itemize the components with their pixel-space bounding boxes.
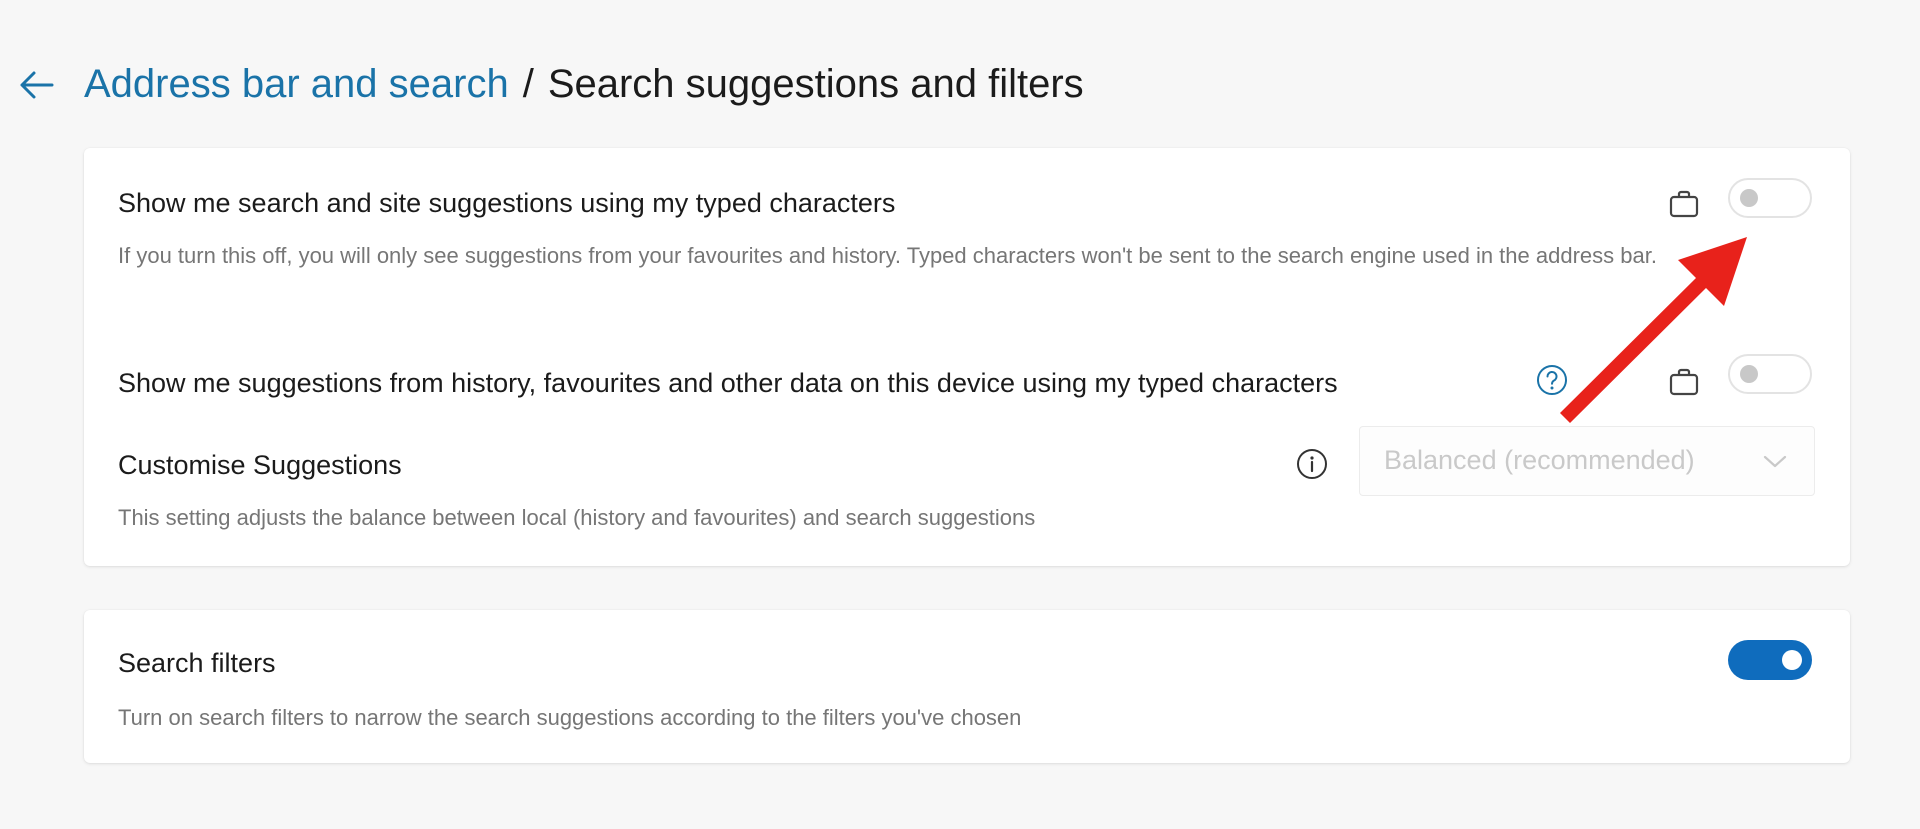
briefcase-icon <box>1668 189 1700 219</box>
toggle-knob <box>1740 189 1758 207</box>
page-title: Search suggestions and filters <box>547 62 1084 106</box>
breadcrumb: Address bar and search / Search suggesti… <box>84 56 1084 112</box>
search-filters-card: Search filters Turn on search filters to… <box>84 610 1850 763</box>
toggle-knob <box>1740 365 1758 383</box>
breadcrumb-parent-link[interactable]: Address bar and search <box>84 56 509 112</box>
dropdown-selected-value: Balanced (recommended) <box>1384 445 1695 475</box>
typed-characters-suggestions-title: Show me search and site suggestions usin… <box>118 188 896 218</box>
info-icon[interactable] <box>1296 448 1328 480</box>
search-filters-description: Turn on search filters to narrow the sea… <box>118 705 1022 730</box>
typed-characters-suggestions-description: If you turn this off, you will only see … <box>118 243 1657 268</box>
search-suggestions-card: Show me search and site suggestions usin… <box>84 148 1850 566</box>
page-header <box>14 55 58 115</box>
briefcase-icon <box>1668 367 1700 397</box>
breadcrumb-separator: / <box>522 62 534 106</box>
device-data-suggestions-toggle[interactable] <box>1728 354 1812 394</box>
toggle-knob <box>1782 650 1802 670</box>
device-data-suggestions-title: Show me suggestions from history, favour… <box>118 368 1338 398</box>
typed-characters-suggestions-toggle[interactable] <box>1728 178 1812 218</box>
customise-suggestions-description: This setting adjusts the balance between… <box>118 505 1036 530</box>
help-icon[interactable] <box>1536 364 1568 396</box>
search-filters-title: Search filters <box>118 648 276 678</box>
search-filters-toggle[interactable] <box>1728 640 1812 680</box>
customise-suggestions-title: Customise Suggestions <box>118 450 402 480</box>
back-arrow-icon[interactable] <box>14 63 58 107</box>
customise-suggestions-dropdown[interactable]: Balanced (recommended) <box>1359 426 1815 496</box>
chevron-down-icon <box>1762 451 1788 471</box>
